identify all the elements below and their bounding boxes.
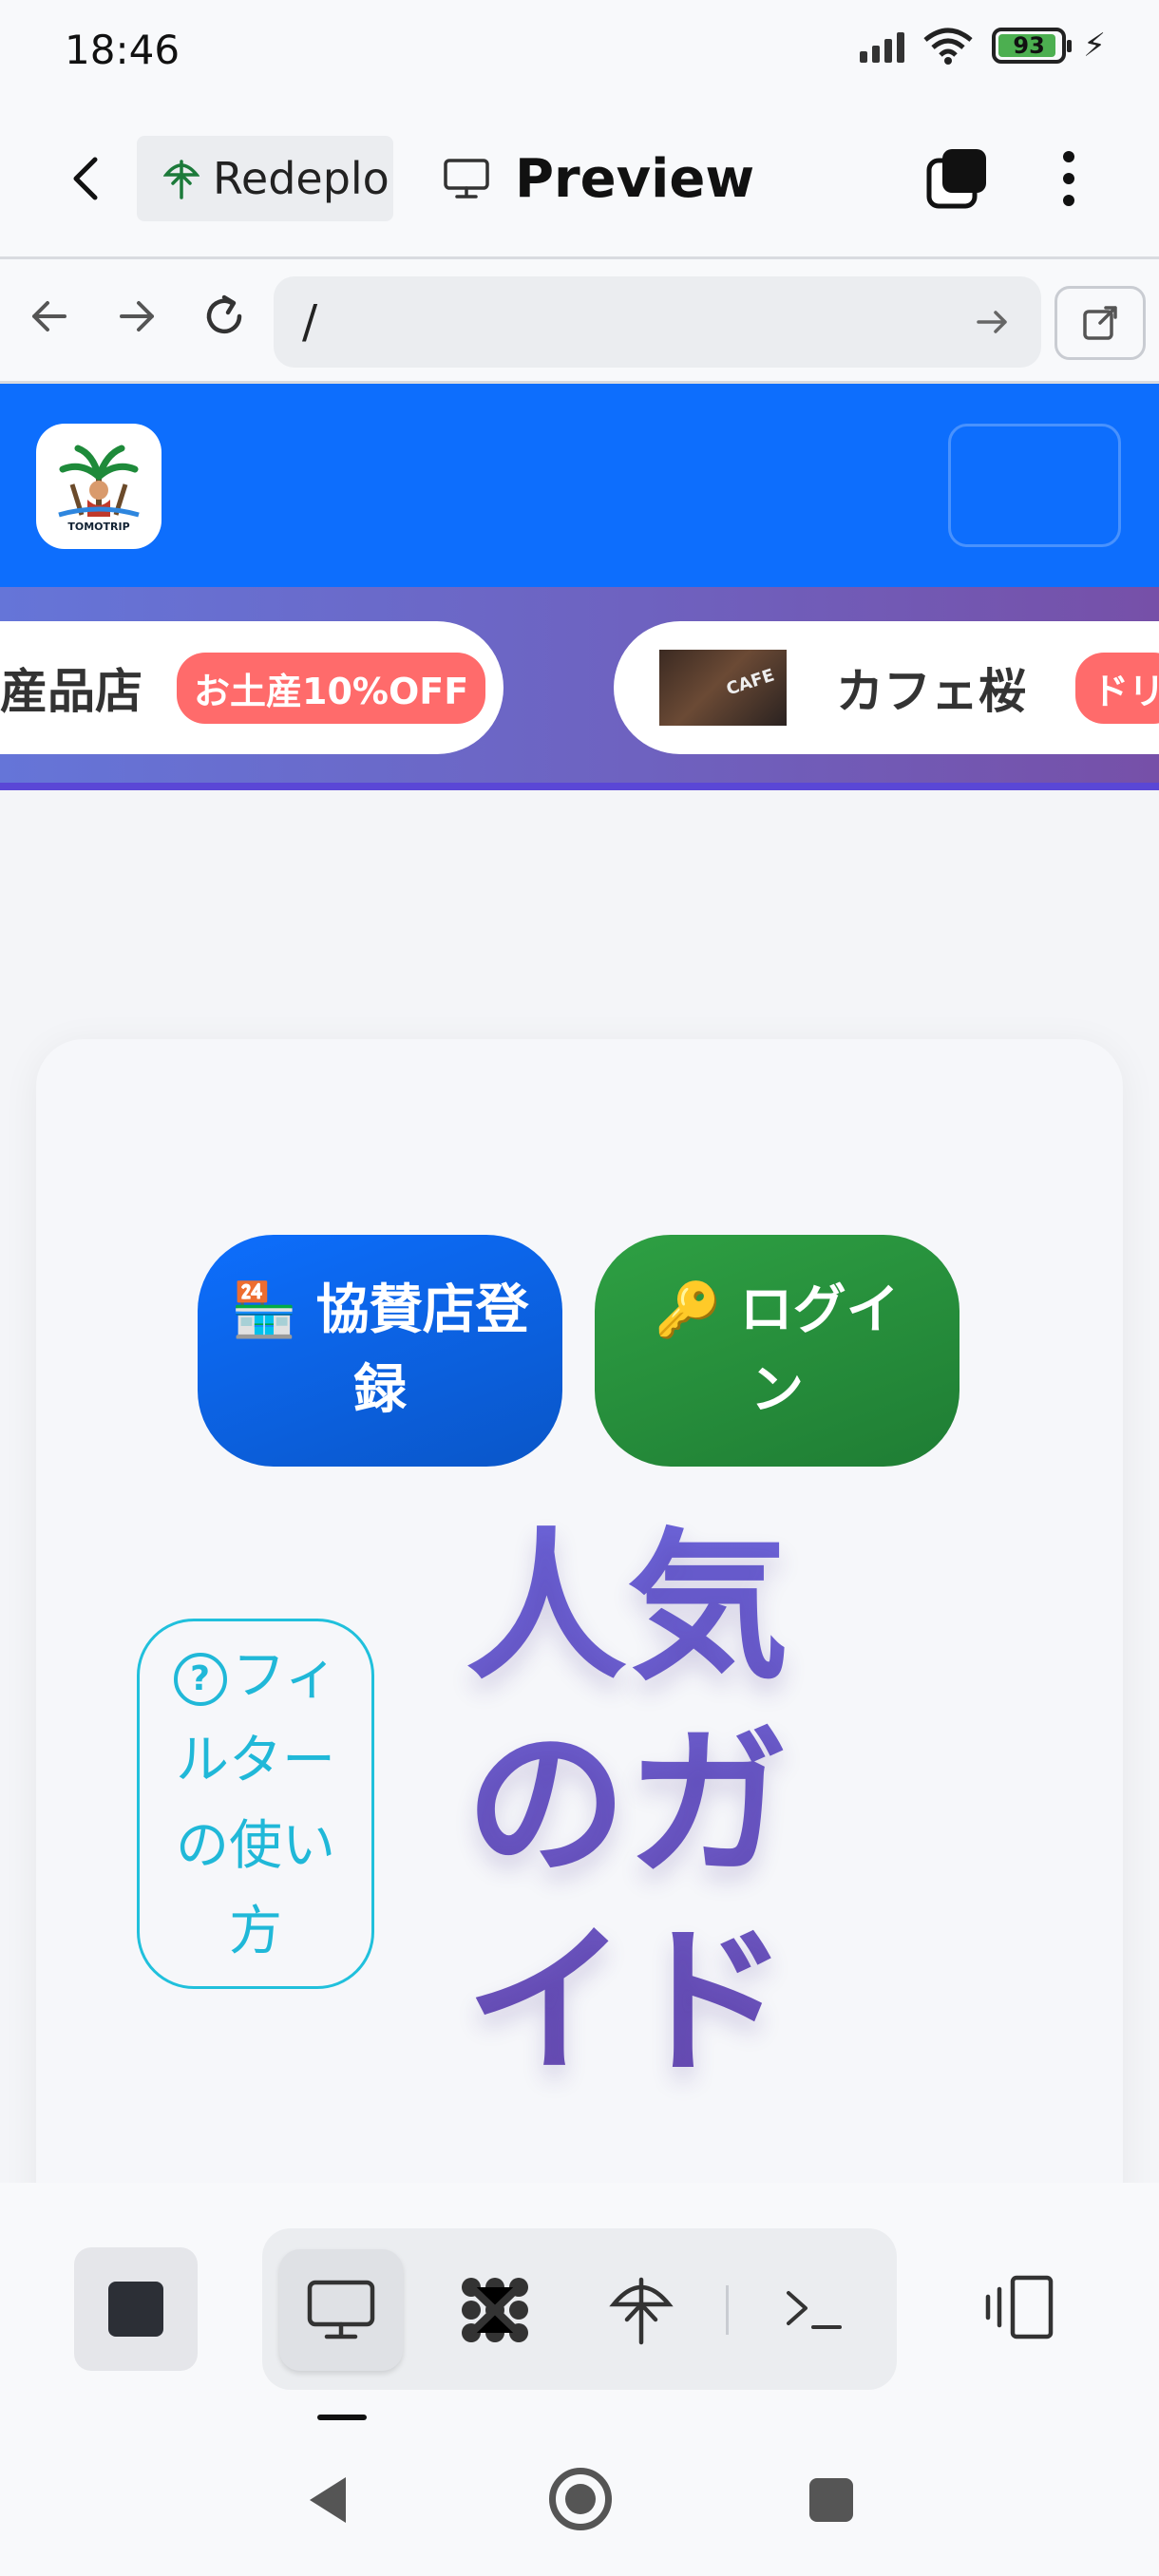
tab-preview[interactable]: Preview [443, 136, 754, 221]
cellular-signal-icon [860, 28, 905, 63]
site-header: TOMOTRIP [0, 384, 1159, 587]
stop-icon [108, 2282, 163, 2337]
clock: 18:46 [65, 27, 180, 73]
device-frame-icon[interactable] [978, 2264, 1064, 2350]
deploy-icon [163, 160, 200, 199]
status-bar: 18:46 93 ⚡ [0, 0, 1159, 104]
tabs-switcher-icon[interactable] [925, 147, 988, 210]
tab-redeploy-label: Redeplo [213, 153, 390, 204]
system-recents-icon[interactable] [809, 2478, 853, 2522]
tab-redeploy[interactable]: Redeplo [137, 136, 393, 221]
cafe-thumbnail: CAFE [659, 650, 787, 726]
ticker-item[interactable]: CAFE カフェ桜 ドリ [614, 621, 1159, 754]
browser-back-icon[interactable] [21, 288, 78, 345]
browser-url-bar: / [0, 256, 1159, 384]
reload-icon[interactable] [196, 288, 253, 345]
charging-icon: ⚡ [1083, 27, 1106, 65]
site-logo[interactable]: TOMOTRIP [36, 424, 162, 549]
sponsor-register-button[interactable]: 🏪 協賛店登録 [198, 1235, 562, 1467]
go-arrow-icon[interactable] [965, 295, 1018, 349]
tool-deployments[interactable] [580, 2249, 703, 2371]
url-value: / [302, 295, 318, 349]
monitor-icon [307, 2280, 375, 2339]
tool-shell[interactable] [752, 2249, 876, 2371]
back-arrow-icon[interactable] [59, 150, 116, 207]
battery-icon: 93 [992, 28, 1073, 64]
terminal-icon [787, 2291, 842, 2329]
browser-forward-icon[interactable] [108, 288, 165, 345]
tool-workflows[interactable] [433, 2249, 557, 2371]
wifi-icon [923, 28, 973, 65]
open-external-button[interactable] [1054, 286, 1146, 360]
ticker-item[interactable]: 産品店 お土産10%OFF [0, 621, 504, 754]
monitor-icon [444, 159, 489, 199]
system-home-icon[interactable] [549, 2468, 612, 2530]
bottom-toolbar [0, 2183, 1159, 2420]
tool-switcher [262, 2228, 897, 2390]
sponsor-ticker: 産品店 お土産10%OFF CAFE カフェ桜 ドリ [0, 587, 1159, 790]
discount-badge: ドリ [1075, 652, 1159, 724]
login-button[interactable]: 🔑 ログイン [595, 1235, 960, 1467]
system-navigation-bar [0, 2420, 1159, 2576]
filter-help-button[interactable]: ? フィルターの使い方 [137, 1619, 374, 1989]
workflow-nodes-icon [462, 2278, 528, 2342]
battery-level: 93 [1013, 32, 1045, 59]
palm-tree-logo-icon [58, 445, 140, 517]
ticker-item-name: 産品店 [0, 664, 142, 719]
deploy-icon [609, 2277, 674, 2345]
stop-button[interactable] [74, 2247, 198, 2371]
tool-preview[interactable] [279, 2249, 403, 2371]
help-icon: ? [173, 1652, 227, 1706]
cafe-sign-text: CAFE [724, 665, 777, 700]
tab-preview-label: Preview [515, 147, 755, 210]
header-menu-button[interactable] [948, 424, 1121, 547]
status-icons: 93 ⚡ [860, 27, 1106, 65]
more-options-icon[interactable] [1054, 147, 1083, 210]
url-input[interactable]: / [274, 276, 1041, 368]
system-back-icon[interactable] [306, 2473, 350, 2527]
external-link-icon [1083, 306, 1117, 340]
app-bar: Redeplo Preview [0, 104, 1159, 256]
ticker-item-name: カフェ桜 [836, 664, 1026, 719]
section-heading: 人気のガイド [466, 1510, 826, 2101]
toolbar-divider [726, 2285, 729, 2335]
logo-text: TOMOTRIP [67, 520, 130, 533]
discount-badge: お土産10%OFF [177, 652, 486, 724]
